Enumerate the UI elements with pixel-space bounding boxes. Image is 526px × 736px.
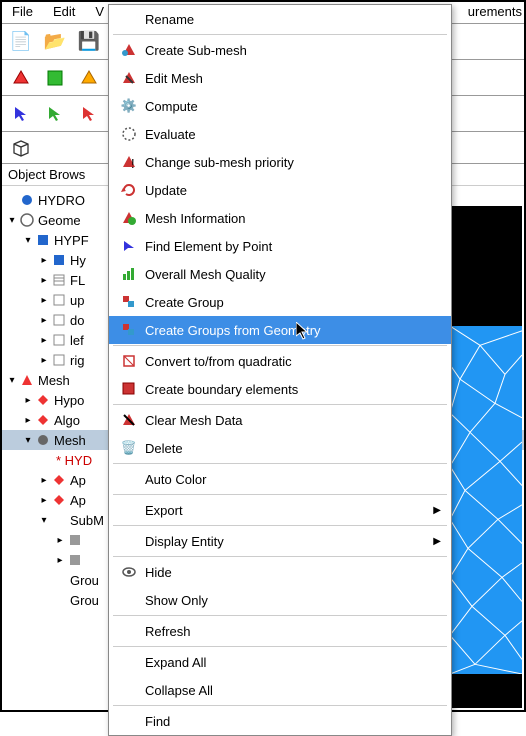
menu-evaluate[interactable]: Evaluate: [109, 120, 451, 148]
mesh-icon-2[interactable]: [42, 65, 68, 91]
menu-create-submesh[interactable]: Create Sub-mesh: [109, 36, 451, 64]
menu-file[interactable]: File: [2, 2, 43, 23]
mesh-icon-1[interactable]: [8, 65, 34, 91]
viewport-3d[interactable]: [450, 206, 522, 708]
priority-icon: !: [119, 154, 139, 170]
cursor-icon-1[interactable]: [8, 101, 34, 127]
menu-rename[interactable]: Rename: [109, 5, 451, 33]
groups-geom-icon: [119, 322, 139, 338]
box-icon[interactable]: [8, 135, 34, 161]
menu-hide[interactable]: Hide: [109, 558, 451, 586]
submenu-arrow-icon: ▶: [433, 505, 441, 516]
save-icon[interactable]: 💾: [76, 29, 102, 55]
boundary-icon: [119, 381, 139, 397]
menu-convert-quad[interactable]: Convert to/from quadratic: [109, 347, 451, 375]
quad-icon: [119, 353, 139, 369]
menu-compute[interactable]: ⚙️Compute: [109, 92, 451, 120]
menu-auto-color[interactable]: Auto Color: [109, 465, 451, 493]
context-menu: Rename Create Sub-mesh Edit Mesh ⚙️Compu…: [108, 4, 452, 736]
cursor-icon-2[interactable]: [42, 101, 68, 127]
group-icon: [119, 294, 139, 310]
menu-overall-quality[interactable]: Overall Mesh Quality: [109, 260, 451, 288]
find-point-icon: [119, 238, 139, 254]
quality-icon: [119, 266, 139, 282]
menu-display-entity[interactable]: Display Entity▶: [109, 527, 451, 555]
menu-export[interactable]: Export▶: [109, 496, 451, 524]
cursor-icon-3[interactable]: [76, 101, 102, 127]
menu-show-only[interactable]: Show Only: [109, 586, 451, 614]
svg-text:!: !: [131, 156, 135, 170]
menu-create-groups-geom[interactable]: Create Groups from Geometry: [109, 316, 451, 344]
menu-change-submesh[interactable]: !Change sub-mesh priority: [109, 148, 451, 176]
menu-refresh[interactable]: Refresh: [109, 617, 451, 645]
update-icon: [119, 182, 139, 198]
menu-find[interactable]: Find: [109, 707, 451, 735]
menu-edit[interactable]: Edit: [43, 2, 85, 23]
menu-mesh-info[interactable]: Mesh Information: [109, 204, 451, 232]
info-icon: [119, 210, 139, 226]
evaluate-icon: [119, 126, 139, 142]
open-icon[interactable]: 📂: [42, 29, 68, 55]
menu-collapse-all[interactable]: Collapse All: [109, 676, 451, 704]
edit-mesh-icon: [119, 70, 139, 86]
mesh-icon-3[interactable]: [76, 65, 102, 91]
clear-icon: [119, 412, 139, 428]
compute-icon: ⚙️: [119, 98, 139, 114]
menu-partial: urements: [468, 4, 522, 19]
menu-find-element[interactable]: Find Element by Point: [109, 232, 451, 260]
menu-update[interactable]: Update: [109, 176, 451, 204]
menu-create-boundary[interactable]: Create boundary elements: [109, 375, 451, 403]
menu-clear-mesh[interactable]: Clear Mesh Data: [109, 406, 451, 434]
menu-edit-mesh[interactable]: Edit Mesh: [109, 64, 451, 92]
menu-expand-all[interactable]: Expand All: [109, 648, 451, 676]
new-icon[interactable]: 📄: [8, 29, 34, 55]
submenu-arrow-icon: ▶: [433, 536, 441, 547]
menu-delete[interactable]: 🗑️Delete: [109, 434, 451, 462]
submesh-icon: [119, 42, 139, 58]
hide-icon: [119, 564, 139, 580]
delete-icon: 🗑️: [119, 440, 139, 456]
menu-create-group[interactable]: Create Group: [109, 288, 451, 316]
